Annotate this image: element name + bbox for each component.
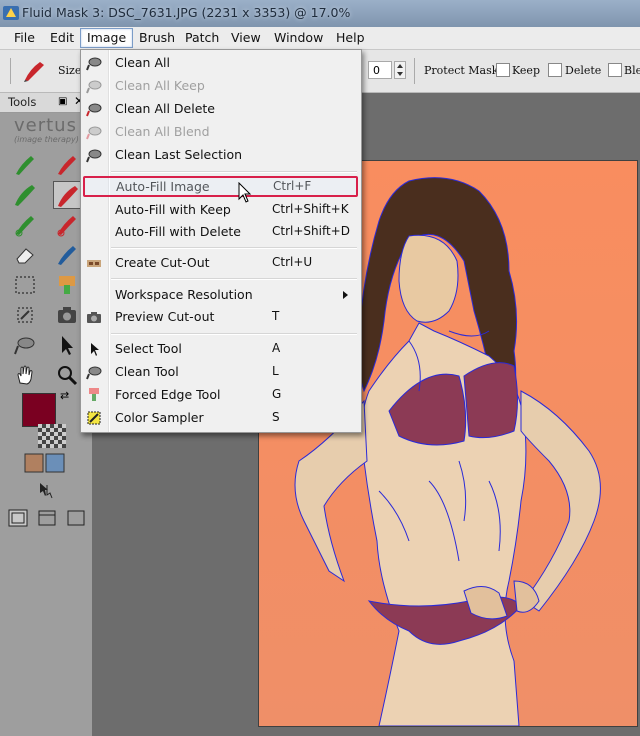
number-spinner[interactable] bbox=[394, 61, 406, 79]
menu-item-clean-tool[interactable]: Clean Tool L bbox=[81, 361, 361, 383]
clean-last-icon bbox=[86, 149, 102, 163]
logo-subtext: (image therapy) bbox=[14, 135, 79, 144]
delete-brush-large-tool[interactable] bbox=[53, 181, 81, 209]
menu-window[interactable]: Window bbox=[268, 29, 329, 47]
menu-item-clean-all[interactable]: Clean All bbox=[81, 52, 361, 74]
number-input[interactable]: 0 bbox=[368, 61, 392, 79]
single-view-icon[interactable] bbox=[8, 509, 28, 527]
forced-edge-icon bbox=[89, 388, 99, 401]
menu-item-clean-all-delete[interactable]: Clean All Delete bbox=[81, 98, 361, 120]
menu-separator bbox=[111, 278, 357, 280]
clean-keep-icon bbox=[86, 80, 102, 94]
hand-pan-icon[interactable] bbox=[13, 363, 37, 387]
patch-tool-icon[interactable] bbox=[13, 303, 37, 327]
blend-brush-icon[interactable] bbox=[55, 243, 79, 267]
menu-separator bbox=[111, 247, 357, 249]
menu-bar: File Edit Image Brush Patch View Window … bbox=[0, 27, 640, 50]
right-arm-shape bbox=[520, 390, 601, 612]
window-title: Fluid Mask 3: DSC_7631.JPG (2231 x 3353)… bbox=[22, 5, 351, 20]
foreground-color-swatch[interactable] bbox=[22, 393, 56, 427]
menu-item-clean-all-blend: Clean All Blend bbox=[81, 121, 361, 143]
title-bar: Fluid Mask 3: DSC_7631.JPG (2231 x 3353)… bbox=[0, 0, 640, 27]
delete-brush-large-icon bbox=[58, 186, 78, 207]
vertus-logo: vertus (image therapy) bbox=[14, 115, 90, 149]
view-thumbnails-icon[interactable] bbox=[24, 452, 66, 474]
toolbar-separator bbox=[10, 58, 11, 84]
marquee-select-icon[interactable] bbox=[13, 273, 37, 297]
logo-text: vertus bbox=[14, 115, 77, 136]
face-shape bbox=[398, 234, 459, 323]
blend-label: Ble bbox=[624, 64, 640, 77]
clean-brush-icon bbox=[86, 57, 102, 71]
menu-item-preview-cut-out[interactable]: Preview Cut-out T bbox=[81, 306, 361, 328]
clean-blend-icon bbox=[86, 126, 102, 140]
menu-item-auto-fill-delete[interactable]: Auto-Fill with Delete Ctrl+Shift+D bbox=[81, 221, 361, 243]
pin-icon[interactable]: ▣ bbox=[58, 96, 67, 107]
arrow-pointer-icon[interactable] bbox=[55, 333, 79, 357]
menu-item-auto-fill-keep[interactable]: Auto-Fill with Keep Ctrl+Shift+K bbox=[81, 199, 361, 221]
menu-item-workspace-resolution[interactable]: Workspace Resolution bbox=[81, 284, 361, 306]
menu-item-forced-edge-tool[interactable]: Forced Edge Tool G bbox=[81, 384, 361, 406]
protect-mask-label: Protect Mask: bbox=[424, 64, 503, 77]
tools-panel: Tools ▣ ✕ vertus (image therapy) ⇄ bbox=[0, 93, 92, 736]
delete-brush-icon[interactable] bbox=[55, 153, 79, 177]
clean-delete-icon bbox=[86, 103, 102, 117]
keep-label: Keep bbox=[512, 64, 540, 77]
menu-item-clean-all-keep: Clean All Keep bbox=[81, 75, 361, 97]
delete-checkbox[interactable] bbox=[548, 63, 562, 77]
menu-patch[interactable]: Patch bbox=[179, 29, 225, 47]
clean-tool-icon bbox=[86, 366, 102, 380]
submenu-arrow-icon bbox=[343, 291, 348, 299]
menu-item-clean-last-selection[interactable]: Clean Last Selection bbox=[81, 144, 361, 166]
image-dropdown-menu: Clean All Clean All Keep Clean All Delet… bbox=[80, 49, 362, 433]
delete-local-brush-icon[interactable] bbox=[55, 213, 79, 237]
size-label: Size bbox=[58, 64, 82, 77]
app-icon bbox=[3, 6, 19, 20]
toolbar-separator bbox=[414, 58, 415, 84]
camera-icon[interactable] bbox=[55, 303, 79, 327]
arrow-pointer-icon bbox=[91, 343, 99, 356]
menu-file[interactable]: File bbox=[8, 29, 41, 47]
menu-item-select-tool[interactable]: Select Tool A bbox=[81, 338, 361, 360]
delete-label: Delete bbox=[565, 64, 602, 77]
menu-item-auto-fill-image[interactable]: Auto-Fill Image Ctrl+F bbox=[82, 176, 359, 198]
menu-help[interactable]: Help bbox=[330, 29, 371, 47]
multi-cursor-icon[interactable] bbox=[36, 481, 56, 499]
full-view-icon[interactable] bbox=[66, 509, 86, 527]
camera-icon bbox=[87, 312, 101, 323]
forced-edge-tool-icon[interactable] bbox=[55, 273, 79, 297]
brush-icon[interactable] bbox=[22, 59, 48, 83]
keep-local-brush-icon[interactable] bbox=[13, 213, 37, 237]
transparency-swatch[interactable] bbox=[38, 424, 66, 448]
menu-image[interactable]: Image bbox=[80, 28, 134, 48]
clean-tool-icon[interactable] bbox=[13, 333, 37, 357]
mouse-cursor-icon bbox=[238, 182, 252, 203]
keep-brush-large-icon[interactable] bbox=[13, 183, 37, 207]
menu-view[interactable]: View bbox=[225, 29, 267, 47]
keep-brush-icon[interactable] bbox=[13, 153, 37, 177]
menu-edit[interactable]: Edit bbox=[44, 29, 80, 47]
cutout-icon bbox=[87, 260, 101, 267]
tools-panel-title: Tools bbox=[8, 95, 37, 109]
keep-checkbox[interactable] bbox=[496, 63, 510, 77]
color-sampler-icon bbox=[87, 411, 101, 425]
tools-panel-header: Tools ▣ ✕ bbox=[0, 93, 92, 113]
swap-colors-icon[interactable]: ⇄ bbox=[60, 389, 69, 402]
split-view-icon[interactable] bbox=[37, 509, 57, 527]
menu-separator bbox=[111, 333, 357, 335]
menu-item-create-cut-out[interactable]: Create Cut-Out Ctrl+U bbox=[81, 252, 361, 274]
zoom-icon[interactable] bbox=[55, 363, 79, 387]
menu-separator bbox=[111, 171, 357, 173]
menu-brush[interactable]: Brush bbox=[133, 29, 181, 47]
blend-checkbox[interactable] bbox=[608, 63, 622, 77]
menu-item-color-sampler[interactable]: Color Sampler S bbox=[81, 407, 361, 429]
eraser-icon[interactable] bbox=[13, 243, 37, 267]
